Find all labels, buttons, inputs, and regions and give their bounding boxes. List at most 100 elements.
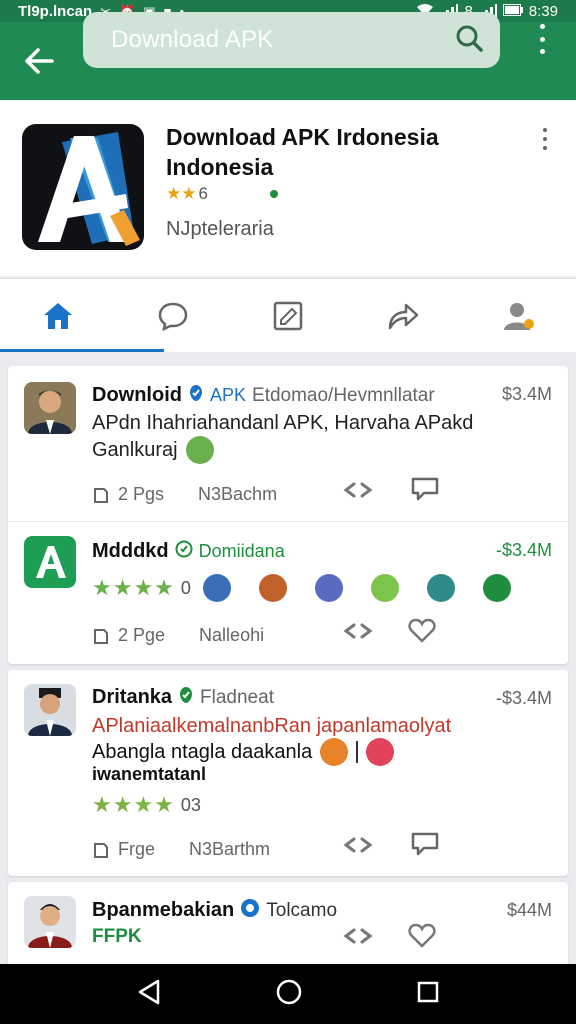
profile-icon	[504, 302, 535, 330]
post-author[interactable]: Downloid	[92, 384, 182, 407]
share-button[interactable]	[340, 833, 376, 862]
tab-profile[interactable]	[461, 279, 576, 352]
verified-icon	[240, 898, 260, 923]
list-item[interactable]: Bpanmebakian Tolcamo $44M FFPK	[8, 882, 568, 964]
separator	[356, 741, 359, 763]
emoji-icon	[185, 436, 214, 464]
tab-home[interactable]	[0, 279, 115, 352]
comment-button[interactable]	[410, 831, 440, 862]
tab-chat[interactable]	[115, 279, 230, 352]
post-line: FFPK	[92, 926, 142, 947]
clock-label: 8:39	[528, 2, 558, 20]
post-stat: N3Barthm	[189, 839, 271, 859]
rating-value: 6	[198, 184, 208, 203]
triangle-back-icon	[139, 979, 160, 1004]
back-button[interactable]	[0, 22, 78, 100]
heart-icon	[408, 618, 436, 643]
post-stat: N3Bachm	[198, 484, 278, 504]
app-logo	[22, 124, 144, 250]
share-arrows-icon	[343, 837, 373, 853]
list-item[interactable]: Downloid APK Etdomao/Hevmnllatar $3.4M A…	[8, 366, 568, 522]
comment-button[interactable]	[410, 476, 440, 507]
dot-icon	[539, 36, 545, 42]
like-button[interactable]	[408, 922, 436, 953]
edit-icon	[273, 301, 303, 330]
share-arrows-icon	[343, 482, 373, 498]
pages-count: Frge	[118, 839, 156, 859]
app-header: Download APK Irdonesia Indonesia ★★ 6 NJ…	[0, 100, 576, 276]
play-icon[interactable]	[482, 574, 511, 602]
post-author[interactable]: Bpanmebakian	[92, 899, 234, 922]
post-author[interactable]: Mdddkd	[92, 540, 169, 563]
dot-icon	[543, 146, 547, 150]
star-rating-icon: ★★★★	[92, 575, 175, 600]
post-rating-row: ★★★★ 0	[92, 574, 511, 602]
page-icon	[94, 628, 108, 644]
comment-icon	[411, 477, 439, 501]
reaction-icon	[258, 574, 287, 602]
green-dot-icon	[269, 190, 278, 198]
list-item[interactable]: Dritanka Fladneat -$3.4M APlaniaalkemaln…	[8, 670, 568, 876]
post-title: Downloid APK Etdomao/Hevmnllatar	[92, 384, 435, 407]
page-icon	[94, 487, 108, 503]
post-subtitle: Etdomao/Hevmnllatar	[252, 384, 435, 406]
circle-home-icon	[276, 979, 302, 1004]
post-title: Bpanmebakian Tolcamo	[92, 898, 337, 923]
star-rating-icon: ★★	[166, 184, 197, 203]
carrier-label: Tl9p.lncan	[18, 2, 93, 20]
tab-share[interactable]	[346, 279, 461, 352]
nav-home-button[interactable]	[276, 979, 302, 1010]
reaction-icon	[426, 574, 455, 602]
reaction-icon	[314, 574, 343, 602]
rating-count: 0	[180, 577, 191, 598]
battery-icon	[502, 4, 523, 18]
post-meta: Frge N3Barthm	[92, 839, 270, 860]
verified-icon	[178, 686, 194, 709]
list-item[interactable]: Mdddkd Domiidana -$3.4M ★★★★ 0 2 Pge Nal…	[8, 522, 568, 662]
share-icon	[388, 303, 419, 329]
fire-icon	[320, 738, 349, 766]
dot-icon	[543, 128, 547, 132]
tab-indicator	[0, 349, 164, 352]
tab-edit[interactable]	[230, 279, 345, 352]
square-recents-icon	[417, 981, 438, 1002]
post-price: $3.4M	[501, 384, 552, 404]
post-body: APdn Ihahriahandanl APK, Harvaha APakd G…	[92, 410, 512, 464]
verified-icon	[175, 540, 193, 563]
arrow-left-icon	[25, 48, 54, 74]
post-line: Abangla ntagla daakanla	[92, 741, 313, 763]
search-icon[interactable]	[454, 23, 484, 58]
nav-recents-button[interactable]	[417, 981, 439, 1008]
search-text[interactable]: Download APK	[111, 26, 274, 54]
post-title: Mdddkd Domiidana	[92, 540, 285, 563]
app-overflow-button[interactable]	[538, 128, 552, 150]
pages-count: 2 Pgs	[118, 484, 165, 504]
share-button[interactable]	[340, 478, 376, 507]
app-developer[interactable]: NJpteleraria	[166, 218, 274, 241]
heart-badge-icon	[366, 738, 395, 766]
pages-count: 2 Pge	[118, 625, 166, 645]
page-icon	[94, 842, 108, 858]
post-line: iwanemtatanl	[92, 764, 207, 784]
post-price: $44M	[506, 900, 552, 920]
post-line: Ganlkuraj	[92, 439, 178, 461]
post-line: APlaniaalkemalnanbRan japanlamaolyat	[92, 715, 452, 737]
post-body: APlaniaalkemalnanbRan japanlamaolyat Aba…	[92, 714, 532, 784]
app-rating: ★★ 6	[166, 184, 278, 204]
rating-count: 03	[180, 794, 201, 815]
like-button[interactable]	[408, 617, 436, 648]
post-rating-row: ★★★★ 03	[92, 792, 201, 818]
post-author[interactable]: Dritanka	[92, 686, 172, 709]
reaction-icon	[370, 574, 399, 602]
system-nav-bar	[0, 964, 576, 1024]
share-button[interactable]	[340, 924, 376, 953]
post-badge: Tolcamo	[266, 899, 338, 921]
share-button[interactable]	[340, 619, 376, 648]
search-field[interactable]: Download APK	[83, 12, 500, 68]
overflow-menu-button[interactable]	[528, 24, 556, 54]
heart-icon	[408, 923, 436, 948]
nav-back-button[interactable]	[137, 979, 161, 1010]
share-arrows-icon	[343, 623, 373, 639]
post-price: -$3.4M	[495, 688, 552, 708]
post-title: Dritanka Fladneat	[92, 686, 274, 709]
